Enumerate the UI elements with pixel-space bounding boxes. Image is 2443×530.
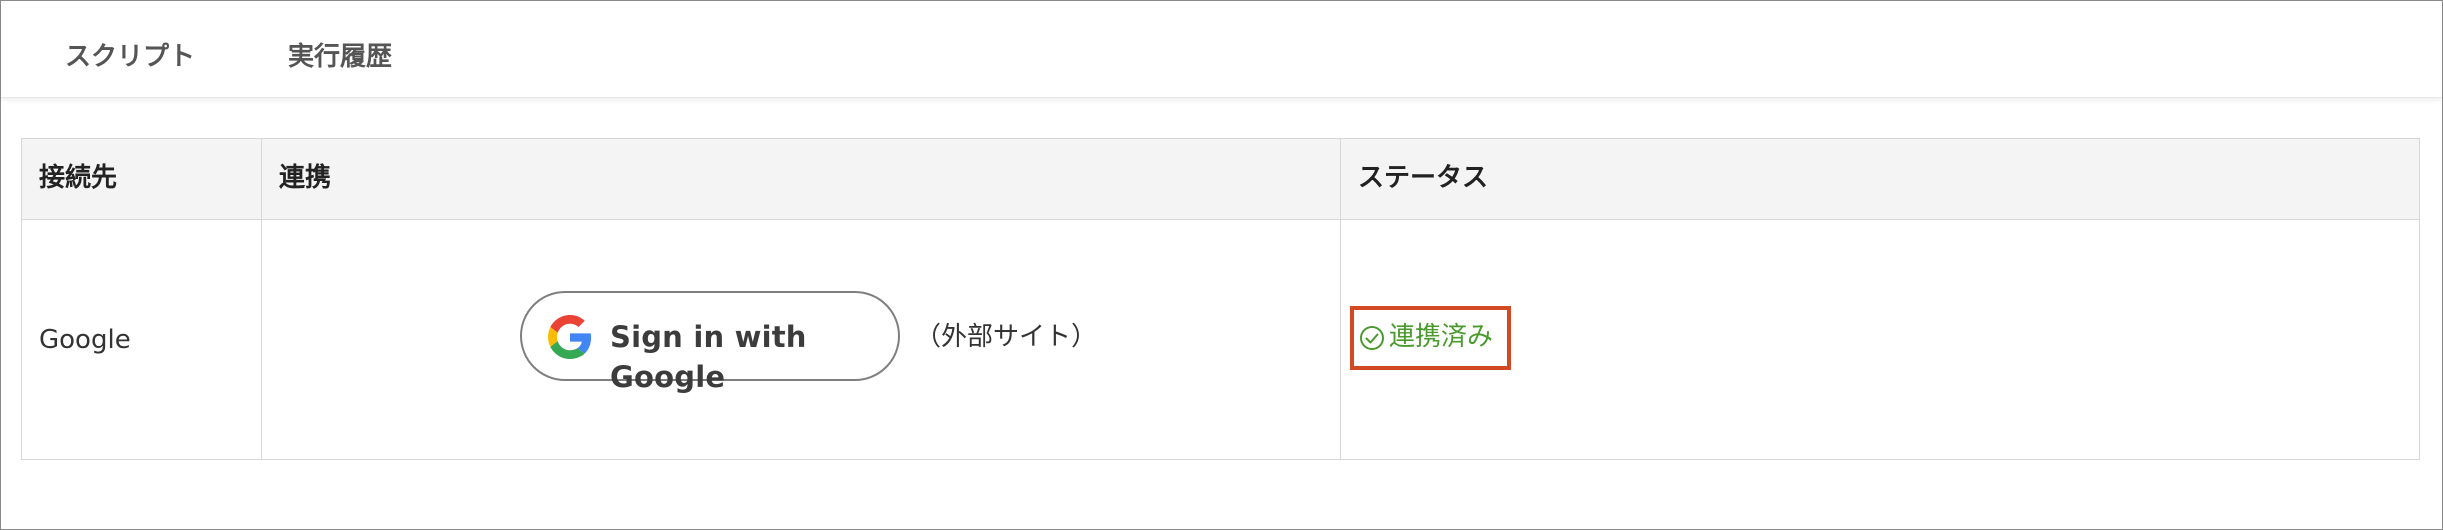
column-divider xyxy=(261,139,262,459)
check-circle-icon xyxy=(1360,326,1384,350)
tab-execution-history[interactable]: 実行履歴 xyxy=(288,39,392,79)
connections-table: 接続先 連携 ステータス Google Sign in with Google … xyxy=(21,138,2420,460)
status-connected: 連携済み xyxy=(1389,322,1494,352)
header-destination: 接続先 xyxy=(39,163,118,193)
column-divider xyxy=(1340,139,1341,459)
cell-provider-name: Google xyxy=(39,325,131,355)
tab-bar: スクリプト 実行履歴 xyxy=(1,1,2442,98)
external-site-note: （外部サイト） xyxy=(915,322,1098,352)
tab-script[interactable]: スクリプト xyxy=(65,39,195,79)
sign-in-button-label: Sign in with Google xyxy=(610,320,807,394)
sign-in-with-google-button[interactable]: Sign in with Google xyxy=(520,291,900,394)
table-header-row xyxy=(22,139,2419,220)
header-integration: 連携 xyxy=(279,163,332,193)
google-g-icon xyxy=(548,315,592,359)
app-window: スクリプト 実行履歴 接続先 連携 ステータス Google Sign in w… xyxy=(0,0,2443,530)
header-status: ステータス xyxy=(1358,163,1489,193)
